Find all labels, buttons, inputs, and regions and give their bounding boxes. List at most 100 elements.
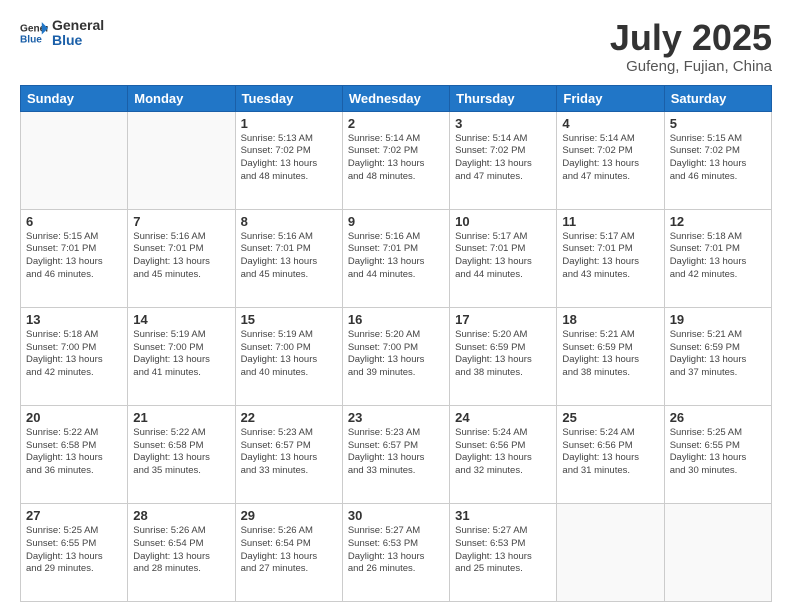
- col-monday: Monday: [128, 85, 235, 111]
- calendar-cell: 19 Sunrise: 5:21 AM Sunset: 6:59 PM Dayli…: [664, 307, 771, 405]
- day-number: 18: [562, 312, 658, 327]
- day-info: Sunrise: 5:14 AM Sunset: 7:02 PM Dayligh…: [562, 133, 658, 184]
- svg-text:Blue: Blue: [20, 35, 42, 46]
- calendar-week-row: 13 Sunrise: 5:18 AM Sunset: 7:00 PM Dayli…: [21, 307, 772, 405]
- day-info: Sunrise: 5:24 AM Sunset: 6:56 PM Dayligh…: [562, 427, 658, 478]
- title-block: July 2025 Gufeng, Fujian, China: [610, 18, 772, 75]
- calendar-cell: [128, 111, 235, 209]
- day-info: Sunrise: 5:14 AM Sunset: 7:02 PM Dayligh…: [348, 133, 444, 184]
- day-info: Sunrise: 5:25 AM Sunset: 6:55 PM Dayligh…: [26, 525, 122, 576]
- calendar-cell: 17 Sunrise: 5:20 AM Sunset: 6:59 PM Dayli…: [450, 307, 557, 405]
- day-info: Sunrise: 5:21 AM Sunset: 6:59 PM Dayligh…: [562, 329, 658, 380]
- location-subtitle: Gufeng, Fujian, China: [610, 58, 772, 75]
- day-info: Sunrise: 5:15 AM Sunset: 7:01 PM Dayligh…: [26, 231, 122, 282]
- calendar-cell: 30Sunrise: 5:27 AM Sunset: 6:53 PM Dayli…: [342, 503, 449, 601]
- day-number: 23: [348, 410, 444, 425]
- day-number: 31: [455, 508, 551, 523]
- day-info: Sunrise: 5:26 AM Sunset: 6:54 PM Dayligh…: [133, 525, 229, 576]
- day-number: 16: [348, 312, 444, 327]
- month-title: July 2025: [610, 18, 772, 58]
- day-number: 15: [241, 312, 337, 327]
- day-info: Sunrise: 5:21 AM Sunset: 6:59 PM Dayligh…: [670, 329, 766, 380]
- day-number: 7: [133, 214, 229, 229]
- day-number: 17: [455, 312, 551, 327]
- calendar-cell: 9 Sunrise: 5:16 AM Sunset: 7:01 PM Daylig…: [342, 209, 449, 307]
- calendar-cell: [557, 503, 664, 601]
- day-info: Sunrise: 5:19 AM Sunset: 7:00 PM Dayligh…: [133, 329, 229, 380]
- day-number: 1: [241, 116, 337, 131]
- day-number: 11: [562, 214, 658, 229]
- col-wednesday: Wednesday: [342, 85, 449, 111]
- col-tuesday: Tuesday: [235, 85, 342, 111]
- calendar-cell: 1 Sunrise: 5:13 AM Sunset: 7:02 PM Daylig…: [235, 111, 342, 209]
- calendar-cell: [664, 503, 771, 601]
- logo-blue-text: Blue: [52, 33, 104, 48]
- day-info: Sunrise: 5:22 AM Sunset: 6:58 PM Dayligh…: [26, 427, 122, 478]
- day-number: 30: [348, 508, 444, 523]
- day-info: Sunrise: 5:19 AM Sunset: 7:00 PM Dayligh…: [241, 329, 337, 380]
- calendar-week-row: 1 Sunrise: 5:13 AM Sunset: 7:02 PM Daylig…: [21, 111, 772, 209]
- day-number: 28: [133, 508, 229, 523]
- day-number: 24: [455, 410, 551, 425]
- col-thursday: Thursday: [450, 85, 557, 111]
- day-info: Sunrise: 5:20 AM Sunset: 7:00 PM Dayligh…: [348, 329, 444, 380]
- day-info: Sunrise: 5:16 AM Sunset: 7:01 PM Dayligh…: [348, 231, 444, 282]
- calendar-cell: 13 Sunrise: 5:18 AM Sunset: 7:00 PM Dayli…: [21, 307, 128, 405]
- calendar-cell: 18 Sunrise: 5:21 AM Sunset: 6:59 PM Dayli…: [557, 307, 664, 405]
- calendar-cell: 21 Sunrise: 5:22 AM Sunset: 6:58 PM Dayli…: [128, 405, 235, 503]
- calendar-week-row: 6 Sunrise: 5:15 AM Sunset: 7:01 PM Daylig…: [21, 209, 772, 307]
- day-info: Sunrise: 5:13 AM Sunset: 7:02 PM Dayligh…: [241, 133, 337, 184]
- day-number: 21: [133, 410, 229, 425]
- day-number: 26: [670, 410, 766, 425]
- calendar-week-row: 27 Sunrise: 5:25 AM Sunset: 6:55 PM Dayli…: [21, 503, 772, 601]
- day-number: 3: [455, 116, 551, 131]
- calendar-cell: 8Sunrise: 5:16 AM Sunset: 7:01 PM Daylig…: [235, 209, 342, 307]
- calendar-cell: 2Sunrise: 5:14 AM Sunset: 7:02 PM Daylig…: [342, 111, 449, 209]
- calendar-cell: 5 Sunrise: 5:15 AM Sunset: 7:02 PM Daylig…: [664, 111, 771, 209]
- day-info: Sunrise: 5:17 AM Sunset: 7:01 PM Dayligh…: [562, 231, 658, 282]
- day-info: Sunrise: 5:23 AM Sunset: 6:57 PM Dayligh…: [348, 427, 444, 478]
- calendar-cell: 28 Sunrise: 5:26 AM Sunset: 6:54 PM Dayli…: [128, 503, 235, 601]
- calendar-cell: 11 Sunrise: 5:17 AM Sunset: 7:01 PM Dayli…: [557, 209, 664, 307]
- day-info: Sunrise: 5:20 AM Sunset: 6:59 PM Dayligh…: [455, 329, 551, 380]
- day-number: 5: [670, 116, 766, 131]
- day-number: 13: [26, 312, 122, 327]
- day-info: Sunrise: 5:26 AM Sunset: 6:54 PM Dayligh…: [241, 525, 337, 576]
- day-info: Sunrise: 5:15 AM Sunset: 7:02 PM Dayligh…: [670, 133, 766, 184]
- col-friday: Friday: [557, 85, 664, 111]
- logo-general-text: General: [52, 18, 104, 33]
- calendar-cell: 16 Sunrise: 5:20 AM Sunset: 7:00 PM Dayli…: [342, 307, 449, 405]
- day-number: 10: [455, 214, 551, 229]
- calendar-cell: 7Sunrise: 5:16 AM Sunset: 7:01 PM Daylig…: [128, 209, 235, 307]
- day-number: 20: [26, 410, 122, 425]
- day-number: 27: [26, 508, 122, 523]
- calendar-cell: 26Sunrise: 5:25 AM Sunset: 6:55 PM Dayli…: [664, 405, 771, 503]
- day-number: 19: [670, 312, 766, 327]
- calendar-cell: 23 Sunrise: 5:23 AM Sunset: 6:57 PM Dayli…: [342, 405, 449, 503]
- day-info: Sunrise: 5:27 AM Sunset: 6:53 PM Dayligh…: [455, 525, 551, 576]
- day-number: 9: [348, 214, 444, 229]
- calendar-cell: 4Sunrise: 5:14 AM Sunset: 7:02 PM Daylig…: [557, 111, 664, 209]
- day-number: 29: [241, 508, 337, 523]
- day-number: 6: [26, 214, 122, 229]
- day-number: 12: [670, 214, 766, 229]
- calendar-cell: 31 Sunrise: 5:27 AM Sunset: 6:53 PM Dayli…: [450, 503, 557, 601]
- day-number: 22: [241, 410, 337, 425]
- day-info: Sunrise: 5:22 AM Sunset: 6:58 PM Dayligh…: [133, 427, 229, 478]
- calendar-cell: 25 Sunrise: 5:24 AM Sunset: 6:56 PM Dayli…: [557, 405, 664, 503]
- calendar-cell: 14 Sunrise: 5:19 AM Sunset: 7:00 PM Dayli…: [128, 307, 235, 405]
- calendar-cell: 24 Sunrise: 5:24 AM Sunset: 6:56 PM Dayli…: [450, 405, 557, 503]
- page: General Blue General Blue July 2025 Gufe…: [0, 0, 792, 612]
- calendar-cell: 6 Sunrise: 5:15 AM Sunset: 7:01 PM Daylig…: [21, 209, 128, 307]
- day-number: 25: [562, 410, 658, 425]
- calendar-cell: [21, 111, 128, 209]
- calendar-week-row: 20 Sunrise: 5:22 AM Sunset: 6:58 PM Dayli…: [21, 405, 772, 503]
- col-sunday: Sunday: [21, 85, 128, 111]
- day-number: 14: [133, 312, 229, 327]
- calendar-header-row: Sunday Monday Tuesday Wednesday Thursday…: [21, 85, 772, 111]
- logo-icon: General Blue: [20, 19, 48, 47]
- header: General Blue General Blue July 2025 Gufe…: [20, 18, 772, 75]
- day-info: Sunrise: 5:18 AM Sunset: 7:00 PM Dayligh…: [26, 329, 122, 380]
- calendar-cell: 3Sunrise: 5:14 AM Sunset: 7:02 PM Daylig…: [450, 111, 557, 209]
- day-info: Sunrise: 5:24 AM Sunset: 6:56 PM Dayligh…: [455, 427, 551, 478]
